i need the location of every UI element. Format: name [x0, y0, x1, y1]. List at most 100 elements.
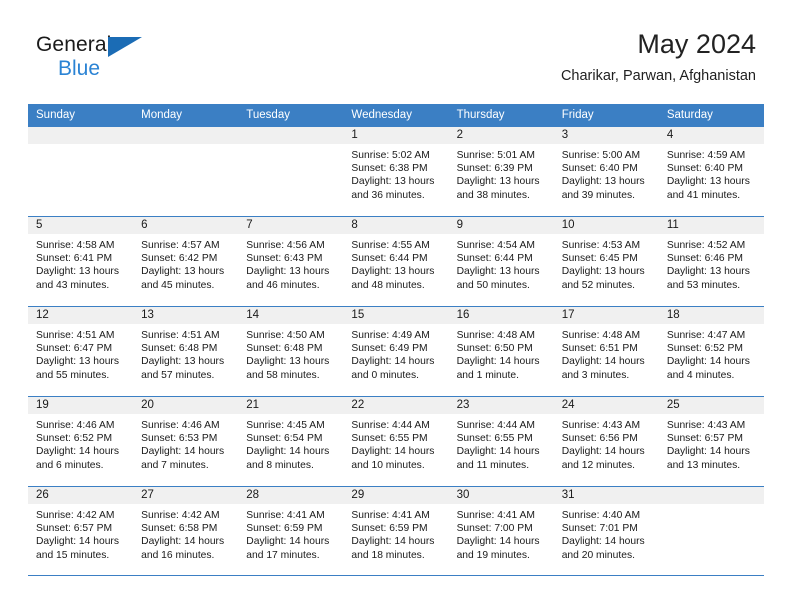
page-header: General Blue May 2024 Charikar, Parwan, …	[0, 0, 792, 84]
day-number: 29	[343, 487, 449, 504]
weekday-header-monday: Monday	[141, 109, 183, 121]
day-details: Sunrise: 4:42 AM Sunset: 6:57 PM Daylight:…	[28, 504, 133, 562]
day-cell[interactable]: 8 Sunrise: 4:55 AM Sunset: 6:44 PM Daylight…	[343, 217, 449, 306]
sunset-text: Sunset: 6:44 PM	[351, 253, 428, 265]
day-cell[interactable]: 2 Sunrise: 5:01 AM Sunset: 6:39 PM Daylight…	[448, 127, 554, 216]
day-number: 7	[238, 217, 344, 234]
daylight-text: Daylight: 13 hours and 46 minutes.	[246, 266, 330, 291]
day-cell[interactable]: 26 Sunrise: 4:42 AM Sunset: 6:57 PM Dayligh…	[28, 487, 134, 575]
daylight-text: Daylight: 14 hours and 18 minutes.	[351, 536, 435, 561]
calendar-grid: Sunday Monday Tuesday Wednesday Thursday Frid…	[28, 104, 764, 576]
day-number: 4	[658, 127, 764, 144]
day-cell[interactable]: 7 Sunrise: 4:56 AM Sunset: 6:43 PM Daylight…	[238, 217, 344, 306]
day-cell-empty	[238, 127, 344, 216]
day-cell[interactable]: 3 Sunrise: 5:00 AM Sunset: 6:40 PM Daylight…	[553, 127, 659, 216]
sunset-text: Sunset: 6:52 PM	[666, 343, 743, 355]
daylight-text: Daylight: 13 hours and 43 minutes.	[36, 266, 119, 291]
sunrise-text: Sunrise: 4:56 AM	[246, 240, 325, 251]
day-number	[133, 127, 239, 144]
sunrise-text: Sunrise: 4:44 AM	[456, 420, 535, 431]
day-number: 20	[133, 397, 239, 414]
day-cell[interactable]: 1 Sunrise: 5:02 AM Sunset: 6:38 PM Daylight…	[343, 127, 449, 216]
day-cell[interactable]: 27 Sunrise: 4:42 AM Sunset: 6:58 PM Dayligh…	[133, 487, 239, 575]
day-cell[interactable]: 21 Sunrise: 4:45 AM Sunset: 6:54 PM Dayligh…	[238, 397, 344, 486]
day-number: 13	[133, 307, 239, 324]
sunrise-text: Sunrise: 4:51 AM	[141, 330, 220, 341]
day-cell[interactable]: 4 Sunrise: 4:59 AM Sunset: 6:40 PM Daylight…	[658, 127, 764, 216]
day-cell[interactable]: 31 Sunrise: 4:40 AM Sunset: 7:01 PM Dayligh…	[553, 487, 659, 575]
daylight-text: Daylight: 14 hours and 1 minute.	[456, 356, 540, 381]
day-cell[interactable]: 20 Sunrise: 4:46 AM Sunset: 6:53 PM Dayligh…	[133, 397, 239, 486]
sunrise-text: Sunrise: 4:54 AM	[456, 240, 535, 251]
day-number: 11	[658, 217, 764, 234]
sunrise-text: Sunrise: 5:02 AM	[351, 150, 430, 161]
daylight-text: Daylight: 14 hours and 8 minutes.	[246, 446, 330, 471]
sunrise-text: Sunrise: 4:46 AM	[36, 420, 115, 431]
sunset-text: Sunset: 6:49 PM	[351, 343, 428, 355]
day-cell[interactable]: 25 Sunrise: 4:43 AM Sunset: 6:57 PM Dayligh…	[658, 397, 764, 486]
day-number: 28	[238, 487, 344, 504]
sunset-text: Sunset: 6:46 PM	[666, 253, 743, 265]
day-cell[interactable]: 11 Sunrise: 4:52 AM Sunset: 6:46 PM Dayligh…	[658, 217, 764, 306]
day-cell[interactable]: 22 Sunrise: 4:44 AM Sunset: 6:55 PM Dayligh…	[343, 397, 449, 486]
day-number: 23	[448, 397, 554, 414]
day-details: Sunrise: 4:54 AM Sunset: 6:44 PM Daylight:…	[449, 234, 554, 292]
day-cell[interactable]: 16 Sunrise: 4:48 AM Sunset: 6:50 PM Dayligh…	[448, 307, 554, 396]
day-cell[interactable]: 9 Sunrise: 4:54 AM Sunset: 6:44 PM Daylight…	[448, 217, 554, 306]
weekday-header-friday: Friday	[561, 109, 594, 121]
sunrise-text: Sunrise: 4:41 AM	[456, 510, 535, 521]
day-number: 3	[553, 127, 659, 144]
calendar-week-row: 26 Sunrise: 4:42 AM Sunset: 6:57 PM Dayligh…	[28, 486, 764, 576]
general-blue-logo: General Blue	[36, 34, 166, 82]
day-cell[interactable]: 12 Sunrise: 4:51 AM Sunset: 6:47 PM Dayligh…	[28, 307, 134, 396]
weekday-header-row: Sunday Monday Tuesday Wednesday Thursday Frid…	[28, 104, 764, 126]
day-details: Sunrise: 5:01 AM Sunset: 6:39 PM Daylight:…	[449, 144, 554, 202]
sunset-text: Sunset: 6:48 PM	[141, 343, 218, 355]
day-number: 24	[553, 397, 659, 414]
daylight-text: Daylight: 13 hours and 53 minutes.	[666, 266, 750, 291]
day-cell[interactable]: 19 Sunrise: 4:46 AM Sunset: 6:52 PM Dayligh…	[28, 397, 134, 486]
sunrise-text: Sunrise: 4:45 AM	[246, 420, 325, 431]
day-cell[interactable]: 30 Sunrise: 4:41 AM Sunset: 7:00 PM Dayligh…	[448, 487, 554, 575]
day-details: Sunrise: 4:48 AM Sunset: 6:51 PM Daylight:…	[554, 324, 659, 382]
day-details: Sunrise: 4:41 AM Sunset: 6:59 PM Daylight:…	[238, 504, 343, 562]
day-details: Sunrise: 4:47 AM Sunset: 6:52 PM Daylight:…	[659, 324, 764, 382]
day-details: Sunrise: 4:58 AM Sunset: 6:41 PM Daylight:…	[28, 234, 133, 292]
day-cell-empty	[28, 127, 134, 216]
day-cell[interactable]: 17 Sunrise: 4:48 AM Sunset: 6:51 PM Dayligh…	[553, 307, 659, 396]
day-cell[interactable]: 5 Sunrise: 4:58 AM Sunset: 6:41 PM Daylight…	[28, 217, 134, 306]
sunset-text: Sunset: 6:41 PM	[36, 253, 113, 265]
day-cell[interactable]: 29 Sunrise: 4:41 AM Sunset: 6:59 PM Dayligh…	[343, 487, 449, 575]
calendar-week-row: 12 Sunrise: 4:51 AM Sunset: 6:47 PM Dayligh…	[28, 306, 764, 396]
sunset-text: Sunset: 6:47 PM	[36, 343, 113, 355]
day-number: 6	[133, 217, 239, 234]
daylight-text: Daylight: 13 hours and 45 minutes.	[141, 266, 225, 291]
logo-general-label: General	[36, 33, 112, 56]
day-details: Sunrise: 5:00 AM Sunset: 6:40 PM Daylight:…	[554, 144, 659, 202]
day-number: 30	[448, 487, 554, 504]
day-cell[interactable]: 28 Sunrise: 4:41 AM Sunset: 6:59 PM Dayligh…	[238, 487, 344, 575]
day-cell[interactable]: 10 Sunrise: 4:53 AM Sunset: 6:45 PM Dayligh…	[553, 217, 659, 306]
day-details: Sunrise: 4:43 AM Sunset: 6:57 PM Daylight:…	[659, 414, 764, 472]
daylight-text: Daylight: 14 hours and 11 minutes.	[456, 446, 540, 471]
sunrise-text: Sunrise: 4:57 AM	[141, 240, 220, 251]
daylight-text: Daylight: 14 hours and 4 minutes.	[666, 356, 750, 381]
sunrise-text: Sunrise: 4:49 AM	[351, 330, 430, 341]
logo-text-general: General	[36, 34, 166, 57]
day-cell[interactable]: 15 Sunrise: 4:49 AM Sunset: 6:49 PM Dayligh…	[343, 307, 449, 396]
sunrise-text: Sunrise: 4:43 AM	[666, 420, 746, 431]
sunrise-text: Sunrise: 4:58 AM	[36, 240, 115, 251]
day-cell[interactable]: 23 Sunrise: 4:44 AM Sunset: 6:55 PM Dayligh…	[448, 397, 554, 486]
day-cell[interactable]: 14 Sunrise: 4:50 AM Sunset: 6:48 PM Dayligh…	[238, 307, 344, 396]
day-number: 22	[343, 397, 449, 414]
sunrise-text: Sunrise: 4:52 AM	[666, 240, 746, 251]
sunrise-text: Sunrise: 4:51 AM	[36, 330, 115, 341]
day-cell[interactable]: 24 Sunrise: 4:43 AM Sunset: 6:56 PM Dayligh…	[553, 397, 659, 486]
day-details: Sunrise: 4:50 AM Sunset: 6:48 PM Daylight:…	[238, 324, 343, 382]
day-cell[interactable]: 18 Sunrise: 4:47 AM Sunset: 6:52 PM Dayligh…	[658, 307, 764, 396]
day-number: 26	[28, 487, 134, 504]
day-cell[interactable]: 6 Sunrise: 4:57 AM Sunset: 6:42 PM Daylight…	[133, 217, 239, 306]
day-cell[interactable]: 13 Sunrise: 4:51 AM Sunset: 6:48 PM Dayligh…	[133, 307, 239, 396]
daylight-text: Daylight: 14 hours and 10 minutes.	[351, 446, 435, 471]
sunset-text: Sunset: 7:01 PM	[561, 523, 638, 535]
